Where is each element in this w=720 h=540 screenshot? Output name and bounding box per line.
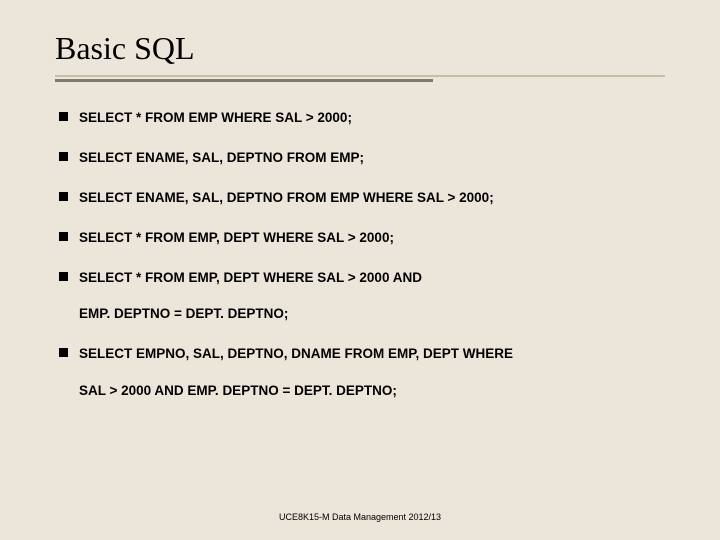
sql-statement: SELECT * FROM EMP, DEPT WHERE SAL > 2000… [79, 270, 422, 285]
underline-light [55, 75, 665, 77]
sql-statement-continuation: SAL > 2000 AND EMP. DEPTNO = DEPT. DEPTN… [79, 382, 665, 401]
underline-dark [55, 79, 433, 82]
sql-statement: SELECT ENAME, SAL, DEPTNO FROM EMP; [79, 150, 364, 165]
slide-title: Basic SQL [55, 30, 665, 67]
sql-statement: SELECT EMPNO, SAL, DEPTNO, DNAME FROM EM… [79, 346, 513, 361]
list-item: SELECT * FROM EMP, DEPT WHERE SAL > 2000… [55, 269, 665, 325]
list-item: SELECT * FROM EMP, DEPT WHERE SAL > 2000… [55, 229, 665, 248]
bullet-list: SELECT * FROM EMP WHERE SAL > 2000; SELE… [55, 109, 665, 401]
list-item: SELECT ENAME, SAL, DEPTNO FROM EMP WHERE… [55, 189, 665, 208]
list-item: SELECT * FROM EMP WHERE SAL > 2000; [55, 109, 665, 128]
slide-footer: UCE8K15-M Data Management 2012/13 [0, 512, 720, 522]
sql-statement-continuation: EMP. DEPTNO = DEPT. DEPTNO; [79, 305, 665, 324]
sql-statement: SELECT * FROM EMP, DEPT WHERE SAL > 2000… [79, 230, 394, 245]
list-item: SELECT ENAME, SAL, DEPTNO FROM EMP; [55, 149, 665, 168]
title-underline [55, 75, 665, 81]
sql-statement: SELECT * FROM EMP WHERE SAL > 2000; [79, 110, 352, 125]
slide: Basic SQL SELECT * FROM EMP WHERE SAL > … [0, 0, 720, 540]
list-item: SELECT EMPNO, SAL, DEPTNO, DNAME FROM EM… [55, 345, 665, 401]
sql-statement: SELECT ENAME, SAL, DEPTNO FROM EMP WHERE… [79, 190, 494, 205]
content-area: SELECT * FROM EMP WHERE SAL > 2000; SELE… [55, 109, 665, 401]
